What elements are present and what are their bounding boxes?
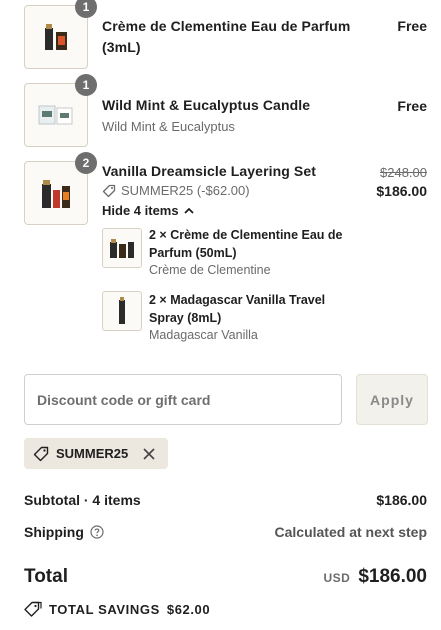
total-savings: TOTAL SAVINGS $62.00 — [24, 601, 210, 617]
quantity-badge: 2 — [75, 152, 97, 174]
component-image — [110, 239, 134, 258]
item-price: $186.00 — [376, 183, 427, 199]
shipping-value: Calculated at next step — [274, 524, 428, 540]
tag-icon — [102, 184, 116, 198]
item-title: Crème de Clementine Eau de Parfum (3mL) — [102, 18, 351, 55]
total-label: Total — [24, 566, 68, 587]
item-price: Free — [397, 98, 427, 114]
total-value: $186.00 — [358, 566, 427, 587]
component-image — [119, 297, 125, 324]
subtotal-value: $186.00 — [376, 492, 427, 508]
close-icon[interactable] — [143, 447, 155, 460]
subtotal-label: Subtotal · 4 items — [24, 492, 141, 508]
item-variant: Wild Mint & Eucalyptus — [102, 119, 235, 134]
component-variant: Crème de Clementine — [149, 263, 271, 277]
savings-label: TOTAL SAVINGS — [49, 601, 160, 617]
applied-discount-chip: SUMMER25 — [24, 438, 168, 469]
item-title: Vanilla Dreamsicle Layering Set — [102, 163, 316, 179]
help-circle-icon[interactable] — [90, 525, 104, 539]
total-amount-group: USD $186.00 — [323, 566, 427, 588]
savings-tag-icon — [24, 601, 42, 617]
product-image — [45, 24, 67, 50]
chevron-up-icon — [183, 207, 194, 214]
tag-icon — [33, 446, 49, 462]
item-price: Free — [397, 18, 427, 34]
product-thumbnail: 1 — [24, 0, 97, 69]
shipping-label: Shipping — [24, 524, 84, 540]
item-title: Wild Mint & Eucalyptus Candle — [102, 97, 311, 113]
bundle-component: 2 × Crème de Clementine Eau de Parfum (5… — [102, 226, 413, 282]
item-discount: SUMMER25 (-$62.00) — [102, 183, 250, 198]
product-image — [38, 105, 73, 125]
quantity-badge: 1 — [75, 0, 97, 18]
total-row: Total USD $186.00 — [24, 566, 427, 588]
discount-code-input[interactable] — [24, 374, 342, 425]
line-item-bundle: 2 Vanilla Dreamsicle Layering Set $248.0… — [24, 152, 427, 351]
component-variant: Madagascar Vanilla — [149, 328, 258, 342]
bundle-component: 2 × Madagascar Vanilla Travel Spray (8mL… — [102, 291, 413, 347]
product-thumbnail: 2 — [24, 152, 97, 225]
shipping-row: Shipping Calculated at next step — [24, 524, 427, 540]
quantity-badge: 1 — [75, 74, 97, 96]
line-item: 1 Crème de Clementine Eau de Parfum (3mL… — [24, 0, 427, 69]
component-thumbnail — [102, 291, 142, 331]
savings-value: $62.00 — [166, 601, 211, 617]
applied-code-label: SUMMER25 — [56, 446, 129, 461]
toggle-components-button[interactable]: Hide 4 items — [102, 203, 194, 218]
component-title: 2 × Crème de Clementine Eau de Parfum (5… — [149, 228, 343, 260]
toggle-label: Hide 4 items — [102, 203, 179, 218]
item-original-price: $248.00 — [380, 165, 427, 180]
product-thumbnail: 1 — [24, 74, 97, 147]
component-thumbnail — [102, 228, 142, 268]
subtotal-row: Subtotal · 4 items $186.00 — [24, 492, 427, 508]
component-title: 2 × Madagascar Vanilla Travel Spray (8mL… — [149, 293, 326, 325]
product-image — [42, 180, 70, 208]
currency-code: USD — [323, 571, 351, 585]
item-discount-label: SUMMER25 (-$62.00) — [121, 183, 250, 198]
apply-discount-button[interactable]: Apply — [356, 374, 428, 425]
shipping-label-group: Shipping — [24, 524, 104, 540]
line-item: 1 Wild Mint & Eucalyptus Candle Wild Min… — [24, 74, 427, 147]
